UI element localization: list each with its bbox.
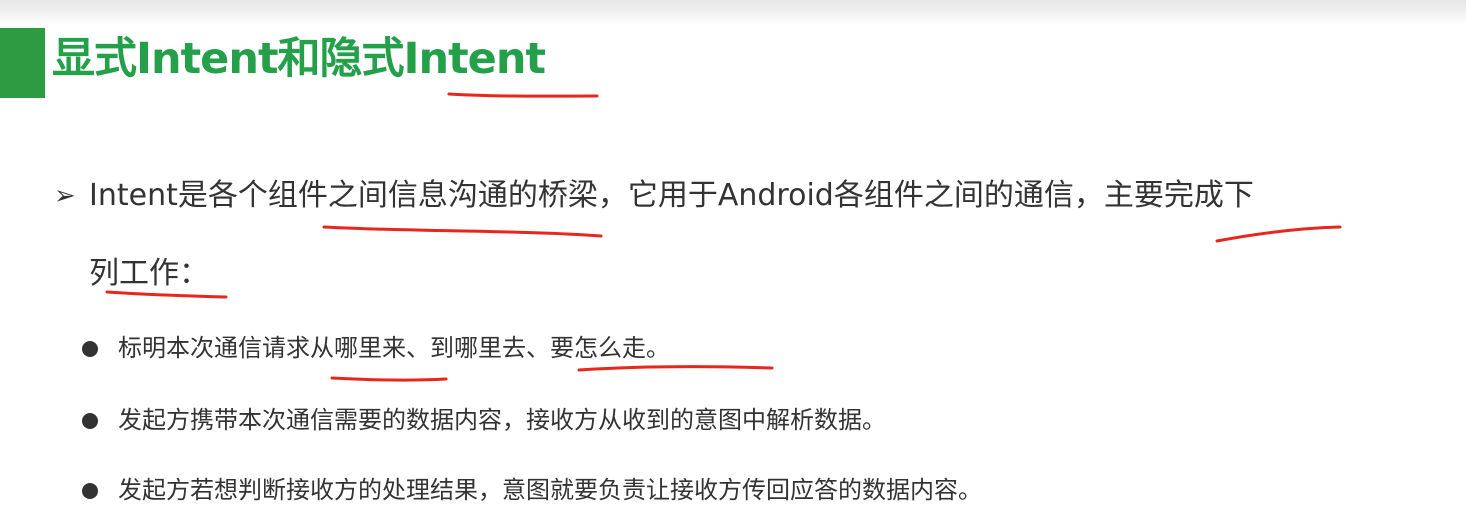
list-item-text: 发起方若想判断接收方的处理结果，意图就要负责让接收方传回应答的数据内容。 <box>118 476 982 504</box>
lead-line-2: 列工作： <box>89 256 209 291</box>
list-item-text: 发起方携带本次通信需要的数据内容，接收方从收到的意图中解析数据。 <box>118 406 886 434</box>
slide-title: 显式Intent和隐式Intent <box>52 34 546 84</box>
lead-line-1: Intent是各个组件之间信息沟通的桥梁，它用于Android各组件之间的通信，… <box>89 178 1254 213</box>
arrow-bullet-icon: ➢ <box>54 181 76 211</box>
underline-request <box>330 376 448 382</box>
bullet-dot-icon <box>82 341 98 357</box>
bullet-dot-icon <box>82 413 98 429</box>
title-accent-bar <box>0 28 45 98</box>
bullet-dot-icon <box>82 483 98 499</box>
underline-main-tasks <box>1215 225 1342 243</box>
underline-components <box>322 225 603 238</box>
underline-title-intent <box>447 92 599 98</box>
list-item-text: 标明本次通信请求从哪里来、到哪里去、要怎么走。 <box>118 334 670 362</box>
top-shade <box>0 0 1466 26</box>
